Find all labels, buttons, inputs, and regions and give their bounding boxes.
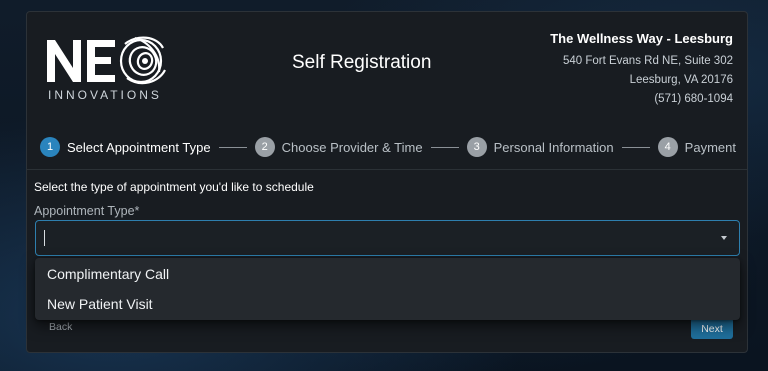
header: INNOVATIONS Self Registration The Wellne… <box>27 12 747 122</box>
step-label: Choose Provider & Time <box>281 139 423 155</box>
logo-subtitle: INNOVATIONS <box>48 88 162 102</box>
step-connector <box>430 146 459 148</box>
text-cursor <box>44 230 45 246</box>
logo: INNOVATIONS <box>45 32 175 104</box>
caret-down-icon[interactable] <box>721 236 727 240</box>
clinic-phone: (571) 680-1094 <box>654 93 733 105</box>
neo-logo-mark <box>47 36 166 85</box>
form-prompt: Select the type of appointment you'd lik… <box>34 180 314 194</box>
step-number: 4 <box>657 137 678 157</box>
stepper: 1 Select Appointment Type 2 Choose Provi… <box>40 135 736 159</box>
clinic-name: The Wellness Way - Leesburg <box>550 31 733 46</box>
step-connector <box>621 146 650 148</box>
step-number: 3 <box>466 137 487 157</box>
next-button[interactable]: Next <box>691 318 733 339</box>
clinic-address-line2: Leesburg, VA 20176 <box>629 74 733 86</box>
divider <box>27 169 747 170</box>
step-number: 1 <box>40 137 60 157</box>
appointment-type-select[interactable] <box>35 220 740 256</box>
step-label: Personal Information <box>493 139 614 155</box>
step-select-appointment-type: 1 Select Appointment Type <box>40 137 211 157</box>
option-new-patient-visit[interactable]: New Patient Visit <box>35 289 740 319</box>
step-label: Payment <box>684 139 736 155</box>
step-label: Select Appointment Type <box>67 139 211 155</box>
appointment-type-dropdown: Complimentary Call New Patient Visit <box>35 258 740 320</box>
step-personal-information: 3 Personal Information <box>466 137 614 157</box>
step-choose-provider-time: 2 Choose Provider & Time <box>254 137 423 157</box>
step-connector <box>218 146 247 148</box>
clinic-address-line1: 540 Fort Evans Rd NE, Suite 302 <box>562 55 733 67</box>
appointment-type-label: Appointment Type* <box>34 204 140 218</box>
page-title: Self Registration <box>292 52 432 73</box>
clinic-info: The Wellness Way - Leesburg 540 Fort Eva… <box>550 31 733 109</box>
option-complimentary-call[interactable]: Complimentary Call <box>35 259 740 289</box>
back-button[interactable]: Back <box>49 321 72 333</box>
step-number: 2 <box>254 137 275 157</box>
step-payment: 4 Payment <box>657 137 736 157</box>
